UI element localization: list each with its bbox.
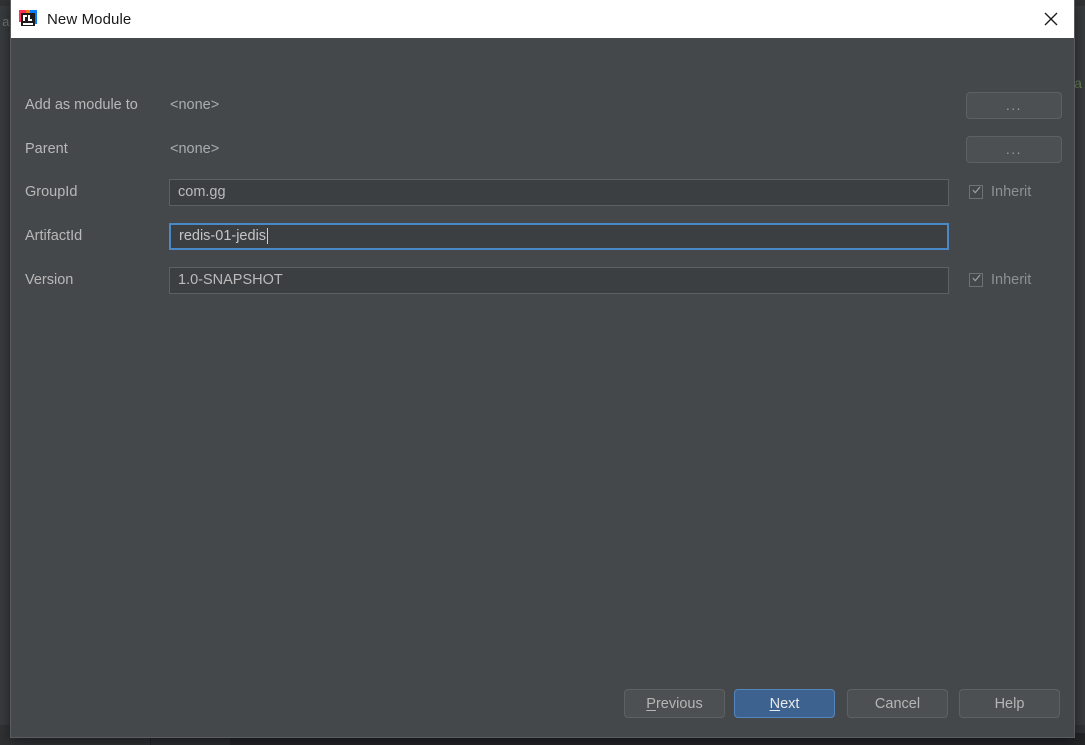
group-id-input[interactable]: com.gg xyxy=(169,178,949,206)
browse-button-add-as-module-to[interactable]: ... xyxy=(966,91,1062,119)
intellij-idea-icon xyxy=(19,10,37,28)
previous-button[interactable]: Previous xyxy=(624,689,725,718)
module-form: Add as module to <none> ... Parent <none… xyxy=(11,38,1074,678)
inherit-version[interactable]: Inherit xyxy=(969,272,1031,288)
browse-button-parent[interactable]: ... xyxy=(966,135,1062,163)
value-parent: <none> xyxy=(170,141,220,157)
checkbox-inherit-group-id[interactable] xyxy=(969,185,983,199)
inherit-group-id[interactable]: Inherit xyxy=(969,184,1031,200)
cancel-button[interactable]: Cancel xyxy=(847,689,948,718)
form-row-add-as-module-to: Add as module to <none> ... xyxy=(11,91,1074,119)
dialog-body: Add as module to <none> ... Parent <none… xyxy=(11,38,1074,737)
close-icon xyxy=(1044,12,1058,26)
new-module-dialog: New Module Add as module to <none> ... P… xyxy=(10,0,1075,738)
checkbox-inherit-version[interactable] xyxy=(969,273,983,287)
form-row-parent: Parent <none> ... xyxy=(11,135,1074,163)
previous-button-mnemonic: P xyxy=(646,695,656,712)
next-button[interactable]: Next xyxy=(734,689,835,718)
label-inherit-group-id: Inherit xyxy=(991,184,1032,200)
dialog-title: New Module xyxy=(47,10,132,28)
next-button-label: ext xyxy=(780,695,800,712)
background-code-glyph-right: a xyxy=(1074,77,1083,93)
dialog-titlebar: New Module xyxy=(11,0,1074,38)
form-row-artifact-id: ArtifactId redis-01-jedis xyxy=(11,222,1074,250)
group-id-input-text: com.gg xyxy=(178,184,226,200)
label-inherit-version: Inherit xyxy=(991,272,1032,288)
form-row-group-id: GroupId com.gg Inherit xyxy=(11,178,1074,206)
background-code-glyph-left: a xyxy=(2,15,10,30)
text-caret xyxy=(267,228,269,244)
label-version: Version xyxy=(25,272,74,288)
check-icon xyxy=(972,186,981,194)
label-add-as-module-to: Add as module to xyxy=(25,97,138,113)
previous-button-label: revious xyxy=(655,695,703,712)
dialog-footer: Previous Next Cancel Help xyxy=(11,679,1074,737)
artifact-id-input-text: redis-01-jedis xyxy=(179,228,267,244)
form-row-version: Version 1.0-SNAPSHOT Inherit xyxy=(11,266,1074,294)
label-artifact-id: ArtifactId xyxy=(25,228,83,244)
version-input[interactable]: 1.0-SNAPSHOT xyxy=(169,266,949,294)
version-input-text: 1.0-SNAPSHOT xyxy=(178,272,283,288)
artifact-id-input[interactable]: redis-01-jedis xyxy=(169,222,949,250)
check-icon xyxy=(972,274,981,282)
help-button[interactable]: Help xyxy=(959,689,1060,718)
value-add-as-module-to: <none> xyxy=(170,97,220,113)
next-button-mnemonic: N xyxy=(769,695,781,712)
label-parent: Parent xyxy=(25,141,68,157)
label-group-id: GroupId xyxy=(25,184,78,200)
close-button[interactable] xyxy=(1028,0,1074,38)
